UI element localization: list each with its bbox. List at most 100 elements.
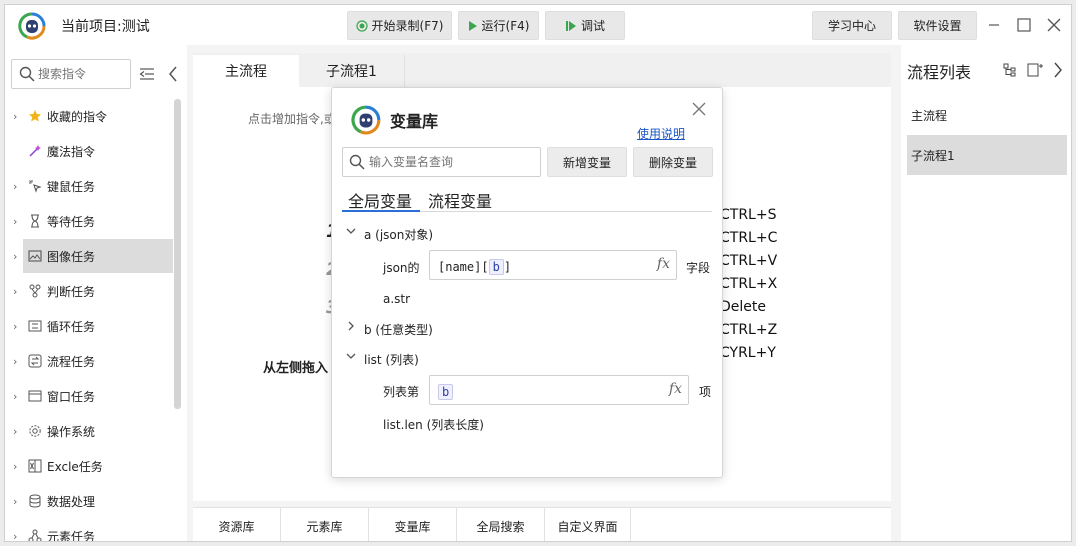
debug-step-icon — [565, 20, 576, 31]
chevron-right-icon: › — [13, 180, 18, 193]
variable-a-str[interactable]: a.str — [383, 292, 410, 306]
mouse-click-icon — [27, 178, 43, 194]
tab-process-variables[interactable]: 流程变量 — [428, 188, 492, 212]
play-icon — [468, 20, 477, 31]
sidebar-item-condition[interactable]: › 判断任务 — [5, 274, 173, 308]
flow-list-item-subflow-1[interactable]: 子流程1 — [907, 135, 1067, 175]
shortcut-label: Delete — [720, 299, 766, 315]
chevron-right-icon: › — [13, 215, 18, 228]
json-of-label: json的 — [383, 261, 420, 275]
hourglass-icon — [27, 213, 43, 229]
sidebar-item-os[interactable]: › 操作系统 — [5, 414, 173, 448]
list-index-expression[interactable]: b fx — [429, 375, 689, 405]
fx-icon[interactable]: fx — [657, 256, 670, 272]
variable-chip: b — [488, 259, 504, 275]
tab-global-variables[interactable]: 全局变量 — [348, 188, 412, 212]
add-command-hint: 点击增加指令,或 — [248, 112, 336, 126]
debug-label: 调试 — [580, 19, 605, 33]
run-label: 运行(F4) — [481, 19, 530, 33]
sidebar-item-wait[interactable]: › 等待任务 — [5, 204, 173, 238]
add-flow-icon[interactable] — [1027, 63, 1043, 77]
sidebar-item-window[interactable]: › 窗口任务 — [5, 379, 173, 413]
close-icon[interactable] — [1043, 14, 1065, 36]
gear-icon — [27, 423, 43, 439]
dialog-title: 变量库 — [390, 112, 439, 131]
title-bar: 当前项目:测试 开始录制(F7) 运行(F4) 调试 学习中心 软件设置 — [5, 5, 1071, 45]
tree-icon[interactable] — [1003, 63, 1017, 77]
tab-global-search[interactable]: 全局搜索 — [457, 508, 545, 541]
branch-icon — [27, 283, 43, 299]
variable-name: b (任意类型) — [364, 323, 433, 337]
tab-resource-library[interactable]: 资源库 — [193, 508, 281, 541]
fx-icon[interactable]: fx — [669, 381, 682, 397]
variable-list-len[interactable]: list.len (列表长度) — [383, 416, 484, 433]
software-settings-button[interactable]: 软件设置 — [898, 11, 977, 40]
sidebar-tools — [139, 65, 181, 83]
tab-subflow-1[interactable]: 子流程1 — [299, 55, 405, 87]
learning-center-button[interactable]: 学习中心 — [812, 11, 892, 40]
sidebar-item-favorites[interactable]: › 收藏的指令 — [5, 99, 173, 133]
command-search-input[interactable] — [38, 65, 126, 83]
chevron-right-icon: › — [13, 355, 18, 368]
search-icon — [19, 66, 35, 82]
tab-main-flow[interactable]: 主流程 — [193, 55, 299, 87]
sidebar-scrollbar[interactable] — [174, 99, 181, 409]
shortcut-label: CTRL+X — [720, 276, 778, 292]
star-icon — [27, 108, 43, 124]
usage-help-link[interactable]: 使用说明 — [637, 125, 685, 142]
variable-search[interactable] — [342, 147, 541, 177]
tab-variable-library[interactable]: 变量库 — [369, 508, 457, 541]
magic-wand-icon — [27, 143, 43, 159]
command-sidebar: › 收藏的指令 魔法指令 › 键鼠任务 › 等待任务 图像任务 › › 判断任务 — [5, 45, 187, 542]
search-icon — [349, 154, 365, 170]
delete-variable-button[interactable]: 删除变量 — [633, 147, 713, 177]
sidebar-item-image[interactable]: 图像任务 — [23, 239, 173, 273]
shortcut-label: CTRL+V — [720, 253, 778, 269]
flow-tabs: 主流程 子流程1 — [193, 53, 891, 87]
maximize-icon[interactable] — [1013, 14, 1035, 36]
chevron-down-icon — [346, 226, 356, 239]
chevron-right-icon — [346, 321, 356, 334]
chevron-right-icon: › — [13, 530, 18, 542]
chevron-right-icon[interactable] — [1053, 61, 1063, 79]
sidebar-item-mouse-keyboard[interactable]: › 键鼠任务 — [5, 169, 173, 203]
learning-center-label: 学习中心 — [827, 19, 876, 33]
app-logo-icon — [351, 105, 381, 135]
window-icon — [27, 388, 43, 404]
sidebar-item-magic[interactable]: 魔法指令 — [5, 134, 173, 168]
json-field-expression[interactable]: [name][b] fx — [429, 250, 677, 280]
shortcut-label: CTRL+Z — [720, 322, 778, 338]
list-index-label: 列表第 — [383, 385, 420, 399]
field-label: 字段 — [686, 261, 711, 275]
tab-custom-ui[interactable]: 自定义界面 — [545, 508, 631, 541]
chevron-right-icon: › — [13, 390, 18, 403]
app-logo-icon — [18, 12, 46, 40]
minimize-icon[interactable] — [983, 14, 1005, 36]
collapse-all-icon[interactable] — [139, 67, 155, 81]
sidebar-item-data[interactable]: › 数据处理 — [5, 484, 173, 518]
variable-search-input[interactable] — [369, 153, 534, 171]
chevron-down-icon — [346, 351, 356, 364]
run-button[interactable]: 运行(F4) — [458, 11, 539, 40]
flow-list-item-main[interactable]: 主流程 — [907, 95, 1067, 135]
chevron-right-icon: › — [13, 250, 18, 263]
sidebar-item-excel[interactable]: › Excle任务 — [5, 449, 173, 483]
chevron-right-icon: › — [13, 110, 18, 123]
close-icon[interactable] — [690, 100, 708, 118]
start-record-label: 开始录制(F7) — [371, 19, 444, 33]
sidebar-item-flow[interactable]: › 流程任务 — [5, 344, 173, 378]
image-icon — [27, 248, 43, 264]
chevron-left-icon[interactable] — [167, 65, 179, 83]
add-variable-button[interactable]: 新增变量 — [547, 147, 627, 177]
list-index-value: b — [438, 384, 454, 400]
flow-icon — [27, 353, 43, 369]
debug-button[interactable]: 调试 — [545, 11, 625, 40]
tab-element-library[interactable]: 元素库 — [281, 508, 369, 541]
shortcut-label: CYRL+Y — [720, 345, 776, 361]
command-search[interactable] — [11, 59, 131, 89]
sidebar-item-element[interactable]: › 元素任务 — [5, 519, 173, 542]
start-record-button[interactable]: 开始录制(F7) — [347, 11, 452, 40]
sidebar-item-loop[interactable]: › 循环任务 — [5, 309, 173, 343]
variable-library-dialog: 变量库 使用说明 新增变量 删除变量 全局变量 流程变量 a (json对象) … — [331, 87, 723, 478]
item-label: 项 — [699, 385, 712, 399]
